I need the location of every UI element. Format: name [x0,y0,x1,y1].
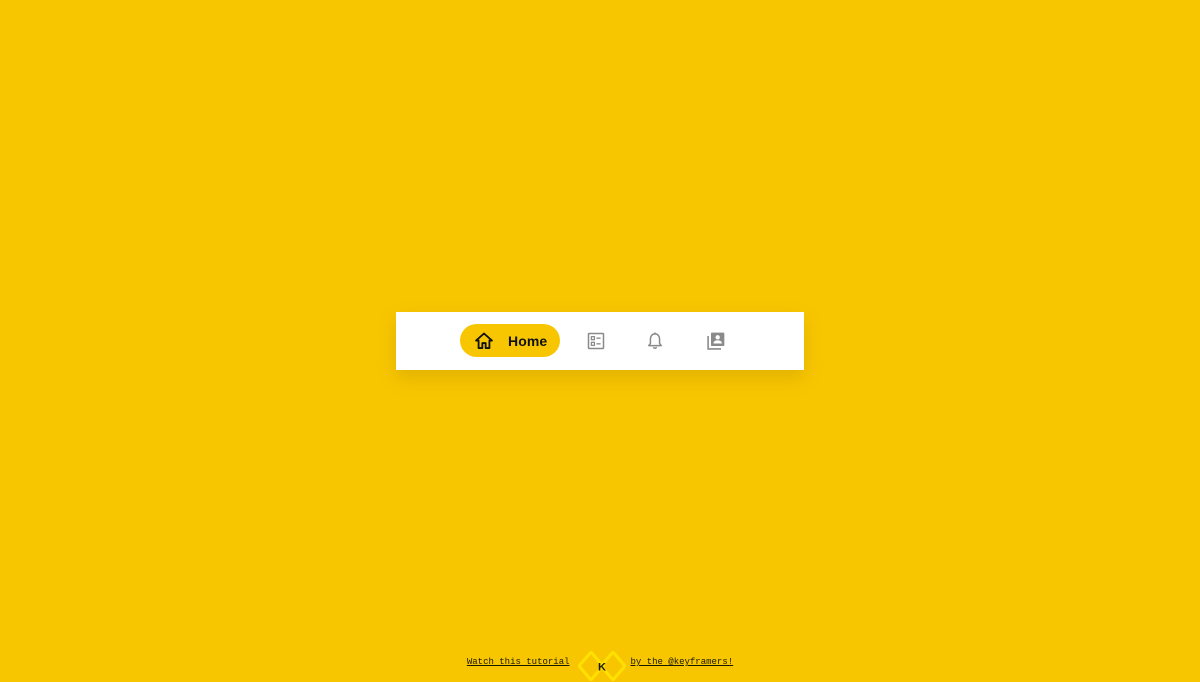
nav-item-home-label: Home [508,332,548,349]
home-icon [474,331,494,351]
tutorial-link[interactable]: Watch this tutorial [467,657,570,667]
nav-item-library[interactable] [698,324,734,357]
credit-link[interactable]: by the @keyframers! [631,657,734,667]
nav-item-home[interactable]: Home [460,324,560,357]
keyframers-logo-letter: K [598,662,606,674]
nav-item-checklist[interactable] [578,324,614,357]
keyframers-logo-icon[interactable]: K [577,651,626,681]
nav-item-notifications[interactable] [637,324,673,357]
bottom-nav-bar: Home [396,312,804,370]
footer: Watch this tutorial K by the @keyframers… [0,650,1200,682]
bell-icon [645,331,665,351]
checklist-icon [586,331,606,351]
library-contact-icon [706,331,726,351]
